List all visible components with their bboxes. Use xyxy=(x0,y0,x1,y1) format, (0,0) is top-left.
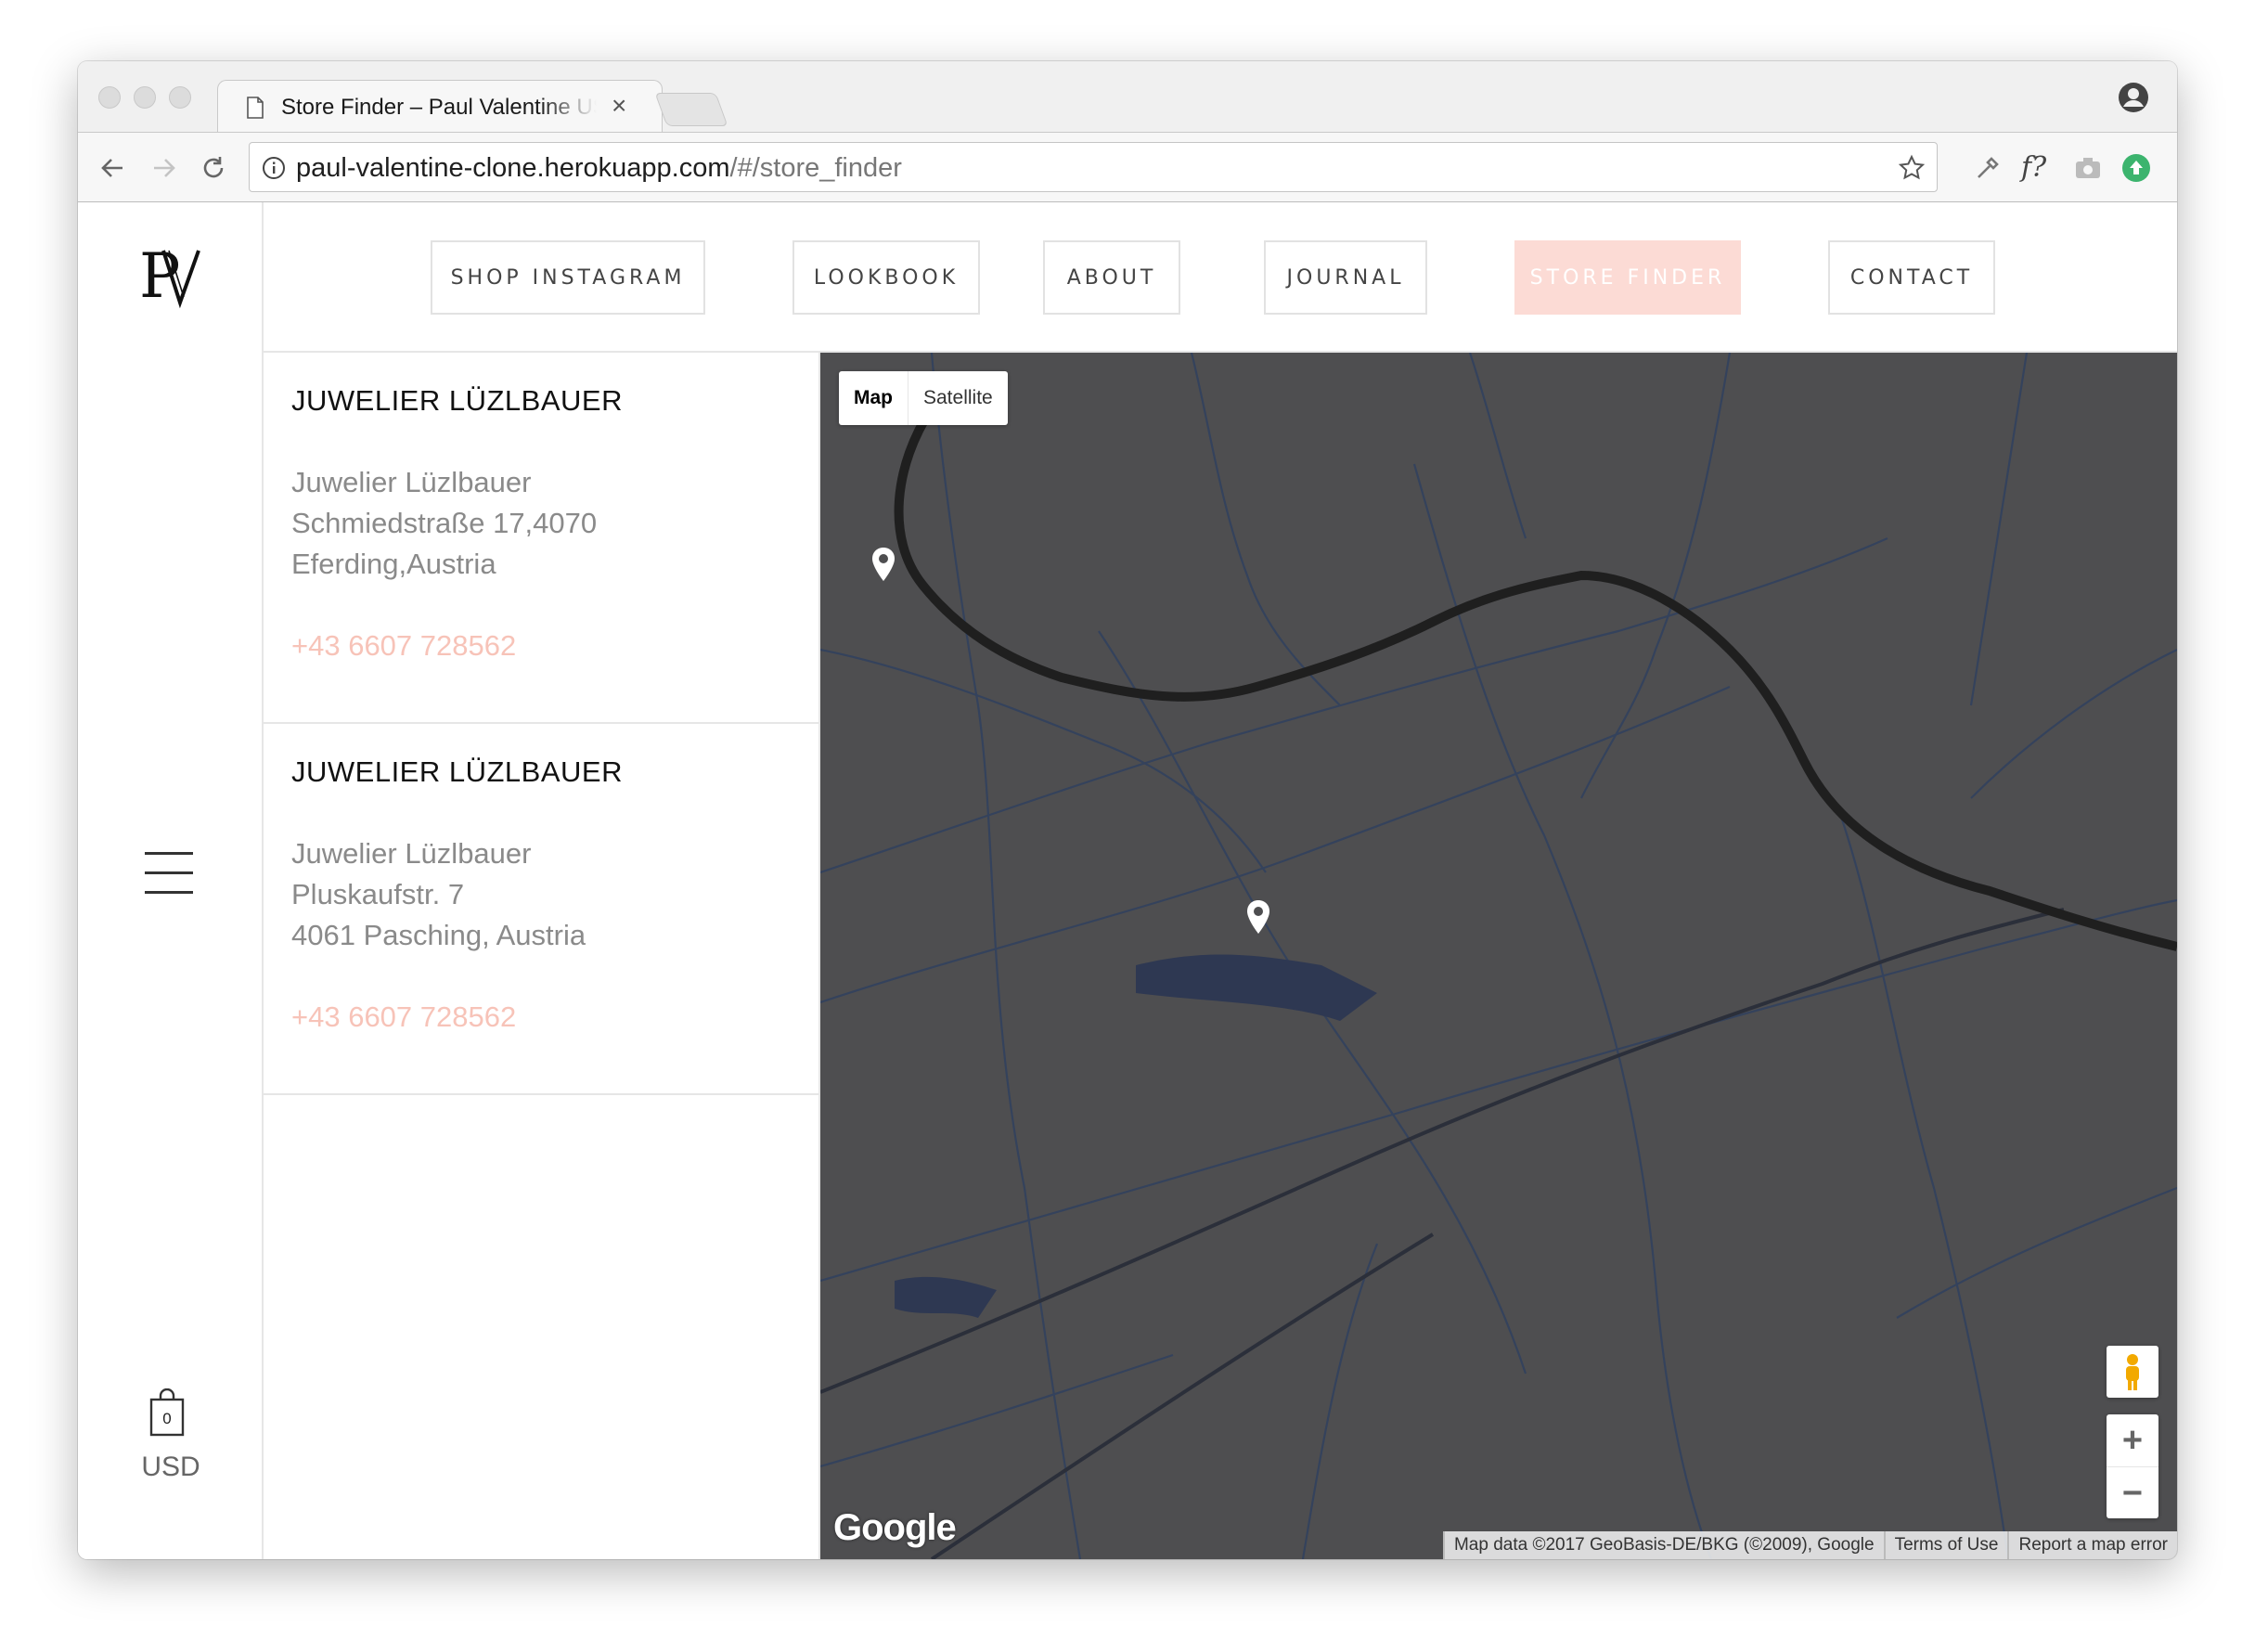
page-content: P 0 USD SHOP INSTAGRAM LOOKBOOK ABOUT JO… xyxy=(78,202,2177,1559)
nav-shop-instagram[interactable]: SHOP INSTAGRAM xyxy=(431,240,705,315)
tab-close-icon[interactable]: × xyxy=(612,91,626,120)
upload-extension-icon[interactable] xyxy=(2120,151,2153,185)
cart-count: 0 xyxy=(162,1410,171,1427)
store-address-line: Juwelier Lüzlbauer xyxy=(291,466,532,498)
map-canvas[interactable] xyxy=(820,353,2177,1559)
logo-p: P xyxy=(139,240,180,312)
bookmark-star-icon[interactable] xyxy=(1898,154,1926,182)
store-name: JUWELIER LÜZLBAUER xyxy=(291,384,623,417)
store-address-line: 4061 Pasching, Austria xyxy=(291,919,586,951)
browser-toolbar: paul-valentine-clone.herokuapp.com/#/sto… xyxy=(78,132,2177,202)
top-navigation: SHOP INSTAGRAM LOOKBOOK ABOUT JOURNAL ST… xyxy=(264,202,2177,353)
map-type-control: Map Satellite xyxy=(839,371,1008,425)
danube-river xyxy=(894,406,2177,951)
map-roads xyxy=(820,353,2177,1559)
font-finder-icon[interactable]: f? xyxy=(2021,151,2055,185)
street-view-pegman-icon[interactable] xyxy=(2107,1346,2158,1398)
map-attribution-text: Map data ©2017 GeoBasis-DE/BKG (©2009), … xyxy=(1442,1531,1884,1559)
maximize-window-button[interactable] xyxy=(169,86,191,109)
map-highways xyxy=(820,908,2065,1559)
nav-journal[interactable]: JOURNAL xyxy=(1264,240,1427,315)
page-icon xyxy=(247,97,264,119)
map-type-satellite-button[interactable]: Satellite xyxy=(908,371,1008,425)
store-address-line: Juwelier Lüzlbauer xyxy=(291,837,532,870)
tab-bar: Store Finder – Paul Valentine US × xyxy=(78,61,2177,132)
store-phone-link[interactable]: +43 6607 728562 xyxy=(291,1000,516,1034)
eyedropper-icon[interactable] xyxy=(1971,151,2004,185)
map-marker[interactable] xyxy=(872,548,895,581)
zoom-control: + − xyxy=(2107,1414,2158,1518)
map-view[interactable]: Map Satellite + − Google Map data ©2017 … xyxy=(820,353,2177,1559)
store-name: JUWELIER LÜZLBAUER xyxy=(291,755,623,788)
address-bar[interactable]: paul-valentine-clone.herokuapp.com/#/sto… xyxy=(249,142,1938,192)
airport-area xyxy=(1136,954,1377,1021)
store-phone-link[interactable]: +43 6607 728562 xyxy=(291,629,516,663)
nav-lookbook[interactable]: LOOKBOOK xyxy=(792,240,980,315)
nav-about[interactable]: ABOUT xyxy=(1043,240,1180,315)
new-tab-button[interactable] xyxy=(654,93,728,126)
google-logo[interactable]: Google xyxy=(833,1507,957,1549)
info-icon[interactable] xyxy=(261,155,287,181)
zoom-in-button[interactable]: + xyxy=(2107,1414,2158,1467)
url-text: paul-valentine-clone.herokuapp.com/#/sto… xyxy=(296,152,902,184)
nav-contact[interactable]: CONTACT xyxy=(1828,240,1995,315)
brand-logo[interactable]: P xyxy=(135,238,210,312)
store-card[interactable]: JUWELIER LÜZLBAUER Juwelier Lüzlbauer Pl… xyxy=(264,724,818,1095)
map-marker[interactable] xyxy=(1247,900,1269,934)
back-icon[interactable] xyxy=(97,151,130,185)
left-sidebar: P 0 USD xyxy=(78,202,264,1559)
zoom-out-button[interactable]: − xyxy=(2107,1467,2158,1519)
forward-icon[interactable] xyxy=(147,151,180,185)
store-address-line: Pluskaufstr. 7 xyxy=(291,878,465,910)
url-path: /#/store_finder xyxy=(729,153,902,183)
store-list: JUWELIER LÜZLBAUER Juwelier Lüzlbauer Sc… xyxy=(264,353,820,1559)
browser-window: Store Finder – Paul Valentine US × paul-… xyxy=(78,61,2177,1559)
browser-tab[interactable]: Store Finder – Paul Valentine US × xyxy=(217,80,663,132)
url-host: paul-valentine-clone.herokuapp.com xyxy=(296,153,730,183)
camera-icon[interactable] xyxy=(2071,151,2105,185)
store-address-line: Eferding,Austria xyxy=(291,548,496,580)
store-card[interactable]: JUWELIER LÜZLBAUER Juwelier Lüzlbauer Sc… xyxy=(264,353,818,724)
tab-title: Store Finder – Paul Valentine US xyxy=(281,95,597,120)
terms-of-use-link[interactable]: Terms of Use xyxy=(1883,1531,2008,1559)
reload-icon[interactable] xyxy=(197,151,230,185)
map-type-map-button[interactable]: Map xyxy=(839,371,908,425)
industrial-area xyxy=(895,1276,997,1318)
store-address-line: Schmiedstraße 17,4070 xyxy=(291,507,598,539)
nav-store-finder[interactable]: STORE FINDER xyxy=(1514,240,1741,315)
map-attribution-bar: Map data ©2017 GeoBasis-DE/BKG (©2009), … xyxy=(1442,1531,2177,1559)
menu-hamburger-icon[interactable] xyxy=(145,852,193,897)
minimize-window-button[interactable] xyxy=(134,86,156,109)
close-window-button[interactable] xyxy=(98,86,121,109)
shopping-bag-icon[interactable]: 0 xyxy=(148,1388,186,1437)
currency-selector[interactable]: USD xyxy=(124,1452,217,1483)
report-map-error-link[interactable]: Report a map error xyxy=(2007,1531,2177,1559)
profile-icon[interactable] xyxy=(2118,82,2149,113)
